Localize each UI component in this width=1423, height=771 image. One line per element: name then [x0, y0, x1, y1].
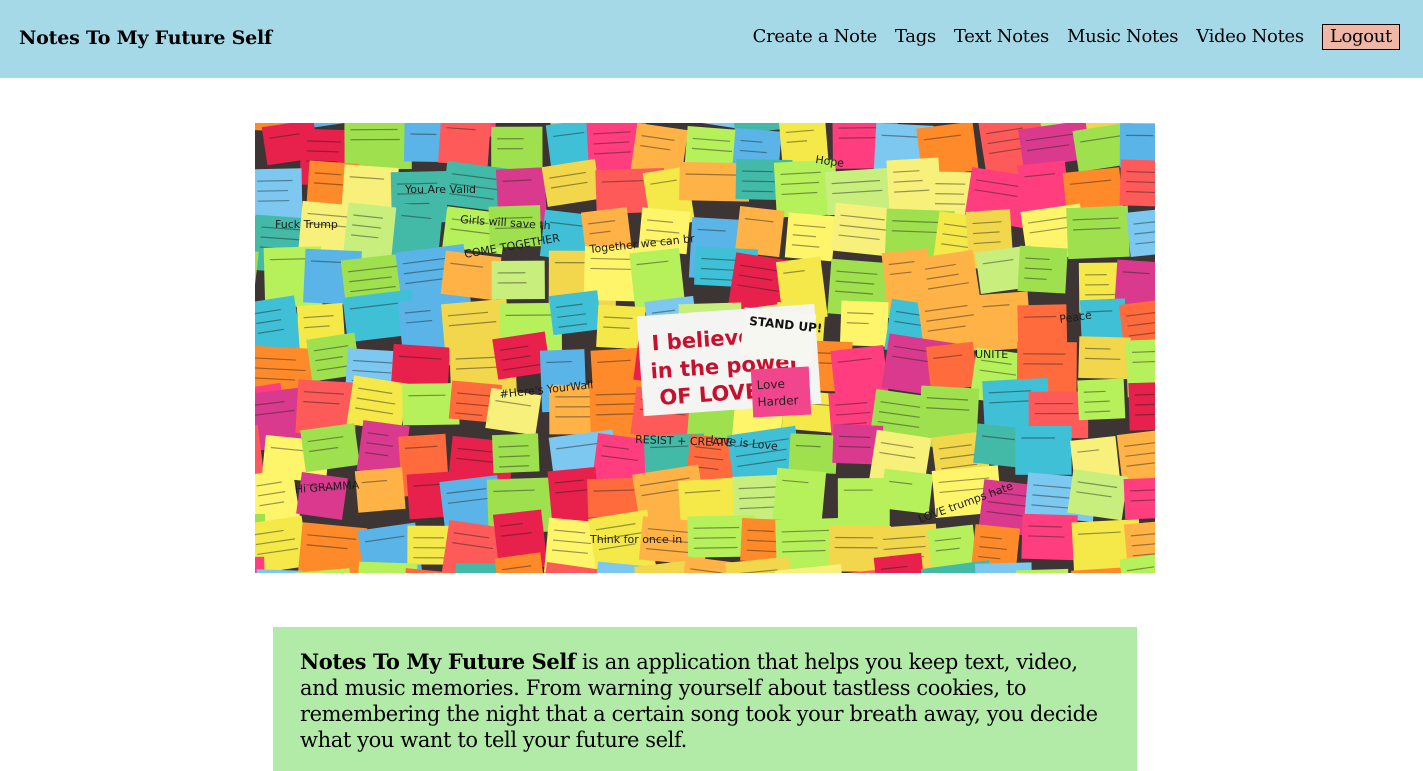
nav-video-notes[interactable]: Video Notes	[1196, 24, 1304, 50]
nav-text-notes[interactable]: Text Notes	[954, 24, 1049, 50]
sticky-note	[1015, 426, 1072, 475]
about-section: Notes To My Future Self is an applicatio…	[273, 627, 1137, 771]
sticky-note	[300, 423, 360, 473]
note-label: You Are Valid	[404, 183, 476, 196]
nav-create-note[interactable]: Create a Note	[753, 24, 878, 50]
sticky-note	[491, 433, 540, 474]
sticky-note	[788, 433, 838, 474]
love-harder-note-text: Love	[756, 377, 785, 392]
sticky-note	[1017, 160, 1070, 212]
nav-tags[interactable]: Tags	[895, 24, 936, 50]
sticky-note	[1066, 205, 1130, 260]
sticky-note	[1128, 381, 1155, 431]
sticky-note	[1078, 336, 1131, 380]
note-label: Think for once in	[589, 533, 682, 546]
about-paragraph: Notes To My Future Self is an applicatio…	[300, 649, 1110, 753]
note-label: Fuck Trump	[275, 218, 338, 231]
about-app-name: Notes To My Future Self	[300, 649, 576, 674]
sticky-note	[491, 260, 545, 300]
nav-music-notes[interactable]: Music Notes	[1067, 24, 1179, 50]
sticky-note	[1123, 476, 1155, 520]
sticky-note	[1119, 159, 1155, 208]
nav-links: Create a Note Tags Text Notes Music Note…	[735, 24, 1400, 50]
sticky-note	[1077, 378, 1126, 421]
sticky-note	[491, 126, 543, 174]
logout-button[interactable]: Logout	[1321, 24, 1400, 50]
sticky-note	[772, 467, 827, 525]
main-sticky-note: I believe in the power OF LOVE STAND UP!…	[636, 303, 823, 418]
navbar: Notes To My Future Self Create a Note Ta…	[0, 0, 1423, 78]
svg-text:Harder: Harder	[757, 393, 799, 409]
sticky-note	[925, 341, 979, 392]
note-label: UNITE	[975, 348, 1008, 361]
sticky-note	[354, 467, 406, 513]
sticky-note	[548, 290, 602, 336]
sticky-note	[541, 158, 602, 207]
hero-image: I believe in the power OF LOVE STAND UP!…	[255, 123, 1155, 573]
sticky-note	[880, 468, 934, 514]
brand-title[interactable]: Notes To My Future Self	[19, 25, 272, 51]
